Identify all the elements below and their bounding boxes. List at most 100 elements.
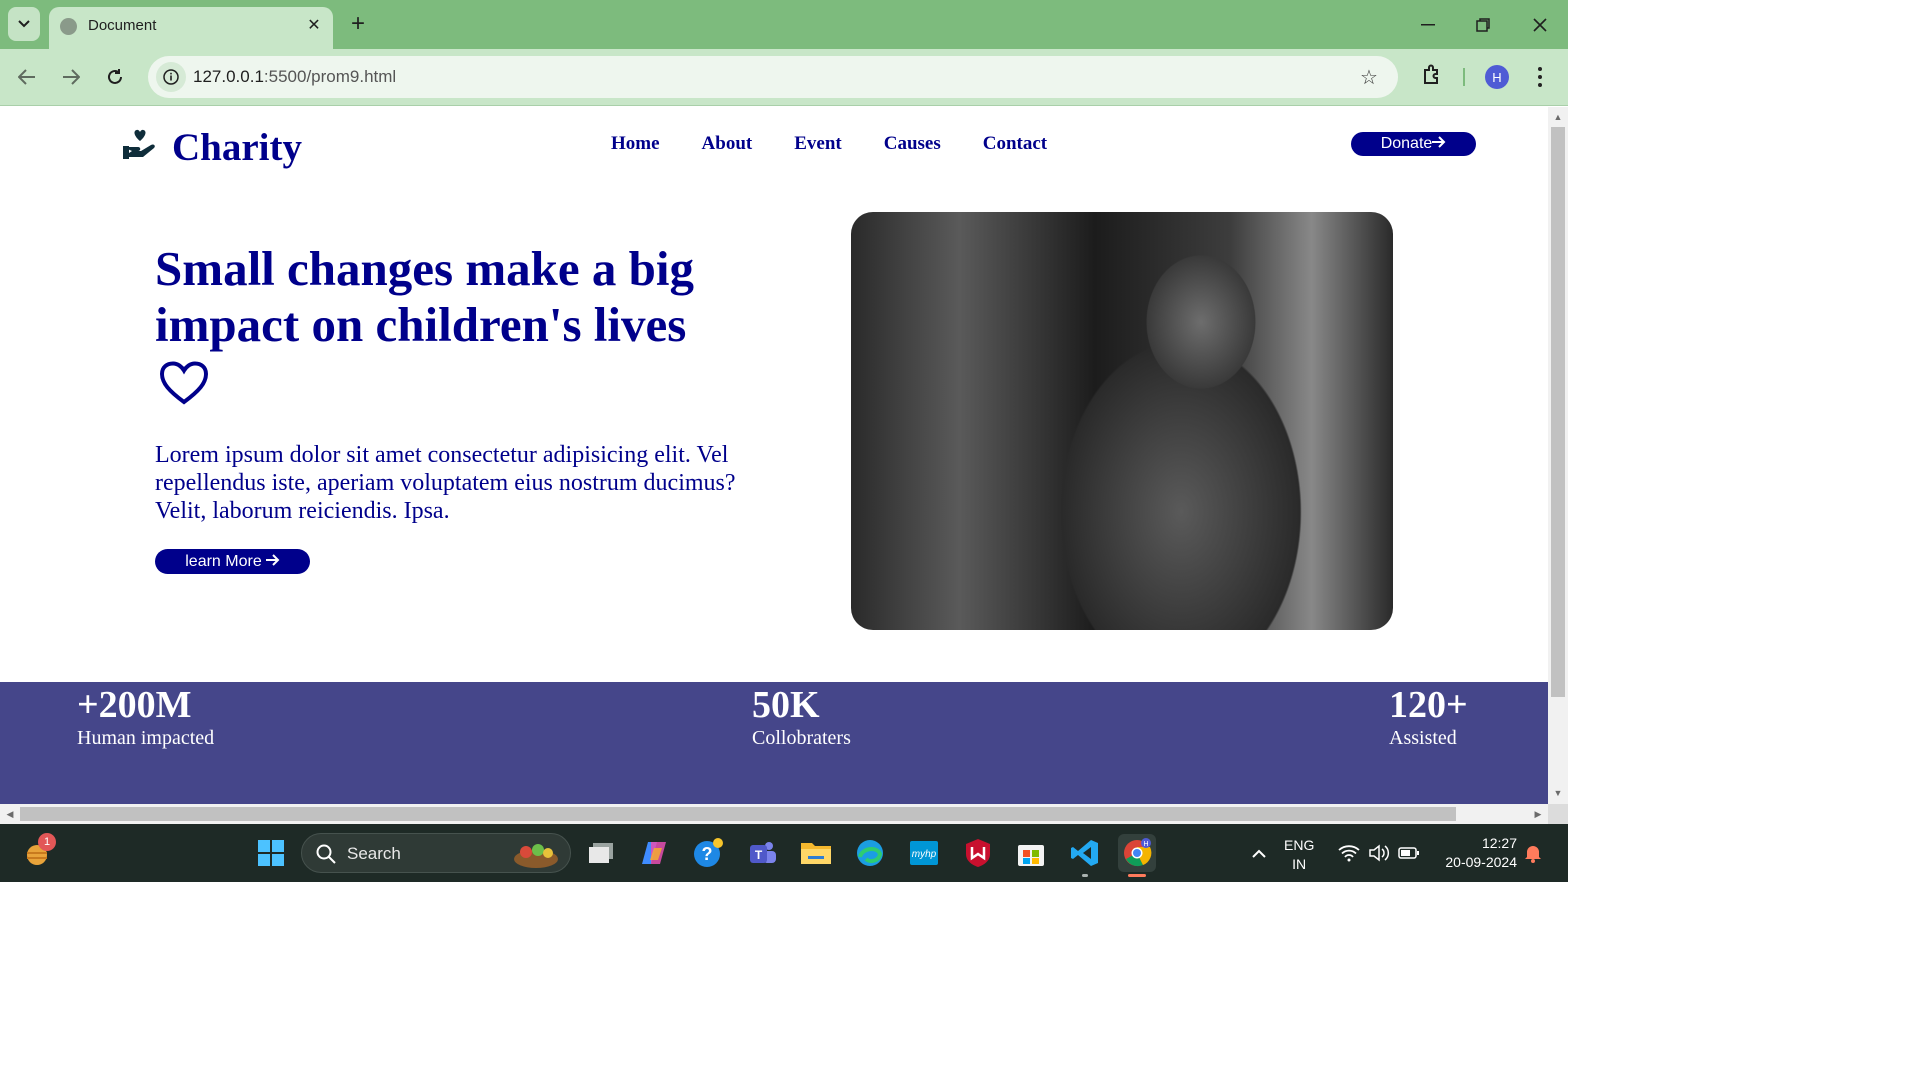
search-placeholder: Search (347, 844, 401, 863)
stat-label: Assisted (1389, 727, 1457, 749)
toolbar-separator (1463, 68, 1465, 86)
wifi-icon[interactable] (1334, 834, 1364, 872)
stat-label: Human impacted (77, 727, 215, 749)
url-path: :5500/prom9.html (263, 67, 397, 86)
browser-tab-strip: Document ✕ + (0, 0, 1568, 49)
windows-start-icon[interactable] (252, 834, 290, 872)
new-tab-button[interactable]: + (346, 10, 370, 37)
nav-about[interactable]: About (702, 133, 753, 155)
svg-text:?: ? (702, 844, 713, 864)
svg-text:T: T (755, 848, 763, 862)
vscode-icon[interactable] (1066, 834, 1104, 872)
donate-button[interactable]: Donate (1351, 132, 1476, 156)
edge-browser-icon[interactable] (851, 834, 889, 872)
globe-icon (60, 18, 77, 35)
hero-description: Lorem ipsum dolor sit amet consectetur a… (155, 442, 736, 524)
page-viewport: Charity Home About Event Causes Contact … (0, 107, 1548, 804)
microsoft-store-icon[interactable] (1012, 834, 1050, 872)
scroll-down-arrow-icon[interactable]: ▼ (1552, 787, 1564, 799)
stat-value: 120+ (1389, 684, 1468, 726)
search-icon (316, 844, 336, 869)
scroll-left-arrow-icon[interactable]: ◀ (4, 808, 16, 820)
donate-label: Donate (1380, 135, 1433, 152)
url-text[interactable]: 127.0.0.1:5500/prom9.html (193, 67, 396, 87)
show-hidden-icons-chevron[interactable] (1240, 834, 1278, 872)
browser-tab[interactable]: Document ✕ (49, 7, 333, 49)
scroll-up-arrow-icon[interactable]: ▲ (1552, 111, 1564, 123)
get-help-icon[interactable]: ? (689, 834, 727, 872)
stat-value: 50K (752, 684, 820, 726)
language-code: ENG (1284, 837, 1315, 853)
task-view-icon[interactable] (582, 834, 620, 872)
copilot-icon[interactable] (635, 834, 673, 872)
nav-causes[interactable]: Causes (884, 133, 941, 155)
minimize-button[interactable] (1413, 10, 1443, 40)
teams-icon[interactable]: T (743, 834, 781, 872)
volume-icon[interactable] (1364, 834, 1394, 872)
address-bar[interactable]: 127.0.0.1:5500/prom9.html ☆ (148, 56, 1398, 98)
stat-item: 120+ Assisted (1389, 684, 1468, 750)
nav-home[interactable]: Home (611, 133, 660, 155)
file-explorer-icon[interactable] (797, 834, 835, 872)
scrollbar-corner (1548, 804, 1568, 824)
hero-photo (851, 212, 1393, 630)
back-button[interactable] (12, 62, 42, 92)
notification-bell-icon[interactable] (1518, 834, 1548, 872)
browser-toolbar: 127.0.0.1:5500/prom9.html ☆ H (0, 49, 1568, 106)
search-highlight-icon (512, 839, 560, 874)
stat-label: Collobraters (752, 727, 851, 749)
input-language[interactable]: ENG IN (1284, 836, 1314, 874)
scroll-right-arrow-icon[interactable]: ▶ (1532, 808, 1544, 820)
hand-heart-icon (122, 129, 158, 166)
chrome-icon[interactable]: H (1118, 834, 1156, 872)
stat-item: 50K Collobraters (752, 684, 851, 750)
tab-search-button[interactable] (8, 7, 40, 41)
nav-contact[interactable]: Contact (983, 133, 1047, 155)
clock-date: 20-09-2024 (1445, 854, 1517, 870)
vertical-scrollbar[interactable]: ▲ ▼ (1548, 107, 1568, 804)
horizontal-scroll-thumb[interactable] (20, 807, 1456, 821)
battery-icon[interactable] (1394, 834, 1424, 872)
taskbar-search-box[interactable]: Search (301, 833, 571, 873)
clock[interactable]: 12:27 20-09-2024 (1437, 834, 1517, 872)
site-logo[interactable]: Charity (122, 125, 302, 170)
region-code: IN (1292, 856, 1307, 872)
learn-more-label: learn More (185, 552, 262, 570)
browser-menu-icon[interactable] (1530, 63, 1550, 91)
vscode-running-indicator (1082, 874, 1088, 877)
profile-avatar[interactable]: H (1485, 65, 1509, 89)
stats-band: +200M Human impacted 50K Collobraters 12… (0, 682, 1548, 804)
myhp-icon[interactable]: myhp (905, 834, 943, 872)
stat-item: +200M Human impacted (77, 684, 214, 750)
arrow-right-icon (1432, 135, 1446, 153)
nav-event[interactable]: Event (794, 133, 842, 155)
svg-text:H: H (1143, 841, 1148, 848)
arrow-right-icon (265, 553, 280, 571)
bookmark-star-icon[interactable]: ☆ (1356, 64, 1382, 90)
hero-headline: Small changes make a big impact on child… (155, 241, 715, 417)
windows-taskbar: 1 Search ? T myhp H ENG IN 12:27 20-09-2… (0, 824, 1568, 882)
close-window-button[interactable] (1525, 10, 1555, 40)
restore-button[interactable] (1468, 10, 1498, 40)
chrome-active-indicator (1128, 874, 1146, 877)
hero-headline-text: Small changes make a big impact on child… (155, 241, 695, 352)
vertical-scroll-thumb[interactable] (1551, 127, 1565, 697)
notification-count-badge: 1 (38, 833, 56, 851)
chevron-down-icon (18, 15, 30, 33)
learn-more-button[interactable]: learn More (155, 549, 310, 574)
svg-text:myhp: myhp (912, 849, 937, 860)
site-info-icon[interactable] (156, 62, 186, 92)
extensions-puzzle-icon[interactable] (1420, 63, 1446, 89)
horizontal-scrollbar[interactable]: ◀ ▶ (0, 804, 1548, 824)
tab-title: Document (88, 17, 157, 34)
url-host: 127.0.0.1 (193, 67, 264, 86)
heart-icon (159, 361, 209, 417)
logo-text: Charity (172, 126, 302, 169)
forward-button[interactable] (56, 62, 86, 92)
reload-button[interactable] (100, 62, 130, 92)
close-tab-icon[interactable]: ✕ (303, 14, 325, 36)
stat-value: +200M (77, 684, 192, 726)
mcafee-icon[interactable] (959, 834, 997, 872)
main-nav: Home About Event Causes Contact (611, 133, 1089, 155)
clock-time: 12:27 (1481, 835, 1517, 851)
